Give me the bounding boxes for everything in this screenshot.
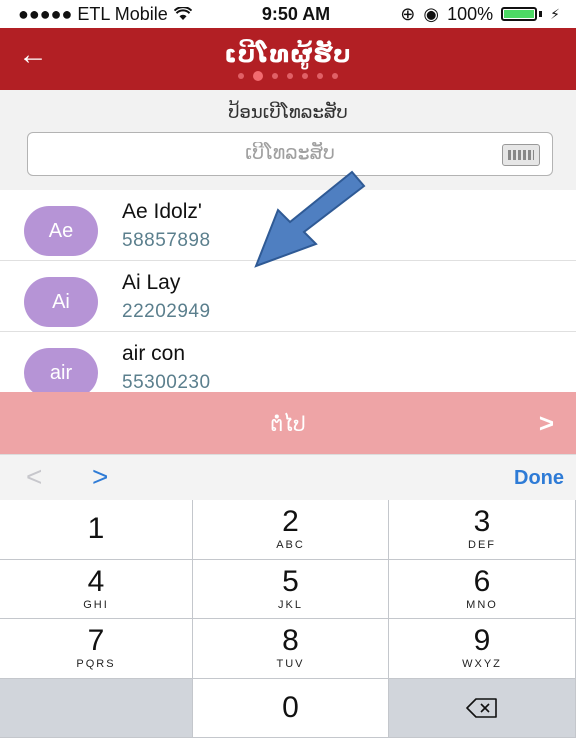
key-8[interactable]: 8 TUV — [193, 619, 389, 679]
contact-row[interactable]: air air con 55300230 — [0, 332, 576, 392]
key-letters: WXYZ — [462, 658, 502, 671]
key-5[interactable]: 5 JKL — [193, 559, 389, 619]
key-4[interactable]: 4 GHI — [0, 559, 193, 619]
backspace-icon — [466, 697, 497, 718]
key-digit: 4 — [87, 564, 105, 598]
status-left: ●●●●● ETL Mobile — [18, 4, 192, 25]
rotation-lock-icon: ⊕ — [400, 3, 416, 24]
keyboard-icon[interactable] — [502, 144, 540, 166]
page-dot — [287, 73, 293, 79]
key-9[interactable]: 9 WXYZ — [389, 619, 576, 679]
key-digit: 6 — [473, 564, 491, 598]
key-digit: 0 — [282, 690, 299, 724]
key-digit: 1 — [87, 512, 105, 546]
avatar: Ai — [24, 277, 98, 327]
contact-phone: 22202949 — [122, 301, 211, 322]
key-6[interactable]: 6 MNO — [389, 559, 576, 619]
key-letters: JKL — [278, 598, 303, 611]
app-header: ← ເບີໂທຜູ້ຮັບ — [0, 28, 576, 90]
key-letters: DEF — [468, 539, 496, 552]
done-button[interactable]: Done — [514, 467, 564, 490]
page-dot — [302, 73, 308, 79]
key-letters: ABC — [276, 539, 305, 552]
key-digit: 7 — [87, 624, 105, 658]
key-letters: PQRS — [76, 658, 116, 671]
contact-name: Ae Idolz' — [122, 200, 202, 223]
key-digit: 9 — [473, 624, 491, 658]
key-1[interactable]: 1 — [0, 500, 193, 560]
page-dot-active — [253, 71, 263, 81]
key-3[interactable]: 3 DEF — [389, 500, 576, 560]
wifi-icon — [173, 7, 192, 20]
number-keypad: 1 2 ABC 3 DEF 4 GHI 5 JKL 6 MNO 7 PQRS 8… — [0, 500, 576, 738]
next-button-label: ຕໍ່ໄປ — [270, 414, 306, 436]
status-bar: ●●●●● ETL Mobile 9:50 AM ⊕ ◉ 100% ⚡ — [0, 0, 576, 28]
key-7[interactable]: 7 PQRS — [0, 619, 193, 679]
backspace-key[interactable] — [389, 678, 576, 738]
battery-percent: 100% — [447, 3, 494, 24]
phone-entry-caption: ປ້ອນເບີໂທລະສັບ — [228, 102, 348, 122]
avatar: Ae — [24, 206, 98, 256]
contact-phone: 58857898 — [122, 230, 211, 251]
battery-icon — [501, 7, 538, 21]
carrier-label: ●●●●● ETL Mobile — [18, 3, 168, 24]
next-field-button[interactable]: > — [92, 461, 108, 493]
key-digit: 3 — [473, 505, 491, 539]
next-button[interactable]: ຕໍ່ໄປ > — [0, 392, 576, 454]
key-letters: MNO — [466, 598, 498, 611]
keyboard-accessory-bar: < > Done — [0, 454, 576, 500]
charging-icon: ⚡ — [550, 5, 560, 22]
status-right: ⊕ ◉ 100% ⚡ — [400, 4, 560, 25]
key-letters: GHI — [83, 598, 109, 611]
battery-nub — [539, 11, 543, 17]
clock: 9:50 AM — [261, 3, 331, 24]
previous-field-button[interactable]: < — [26, 461, 42, 493]
contact-name: air con — [122, 342, 186, 365]
page-indicator — [0, 71, 576, 81]
page-dot — [238, 73, 244, 79]
key-digit: 8 — [282, 624, 299, 658]
chevron-right-icon: > — [538, 408, 554, 438]
key-digit: 2 — [282, 505, 299, 539]
page-title: ເບີໂທຜູ້ຮັບ — [224, 41, 352, 68]
contact-row[interactable]: Ai Ai Lay 22202949 — [0, 261, 576, 332]
page-dot — [332, 73, 338, 79]
page-dot — [272, 73, 278, 79]
key-digit: 5 — [282, 564, 299, 598]
contact-name: Ai Lay — [122, 271, 181, 294]
page-dot — [317, 73, 323, 79]
key-2[interactable]: 2 ABC — [193, 500, 389, 560]
key-letters: TUV — [276, 658, 305, 671]
key-blank — [0, 678, 193, 738]
avatar: air — [24, 348, 98, 392]
alarm-icon: ◉ — [423, 3, 440, 24]
contact-phone: 55300230 — [122, 372, 211, 392]
key-0[interactable]: 0 — [193, 678, 389, 738]
annotation-arrow-icon — [254, 170, 366, 268]
